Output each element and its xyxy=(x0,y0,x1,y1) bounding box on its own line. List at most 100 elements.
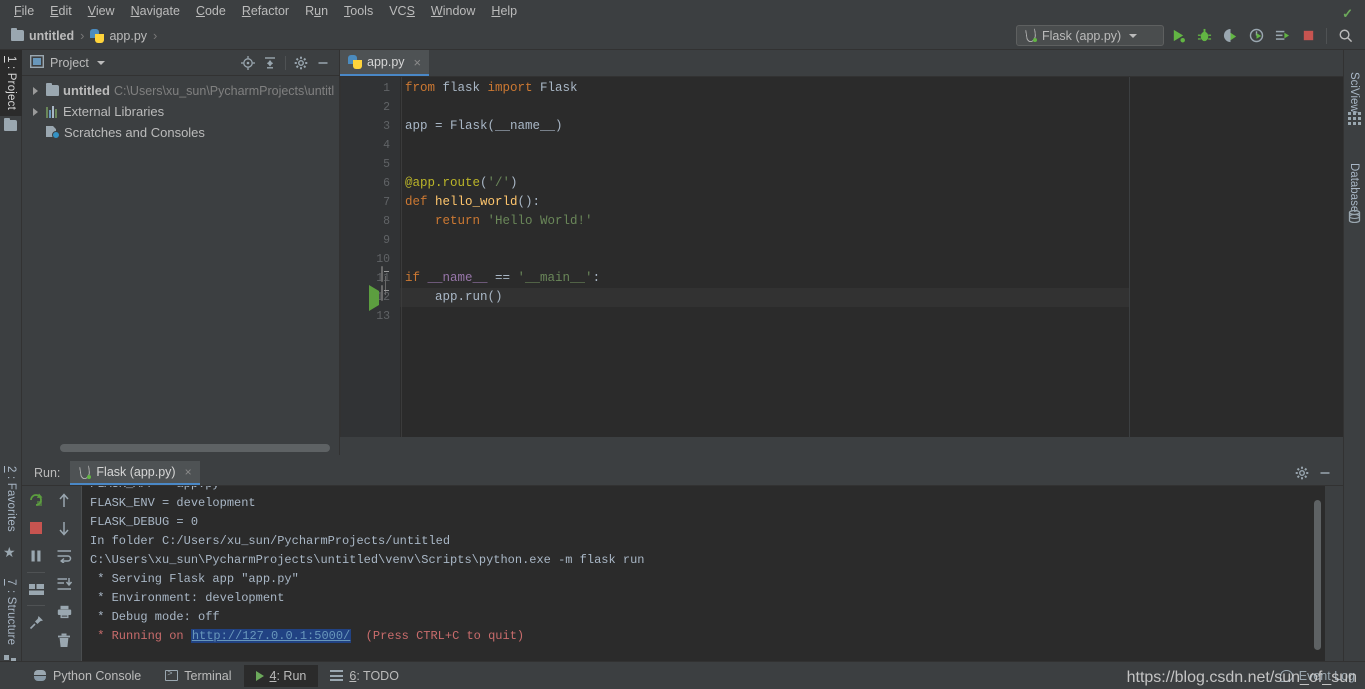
run-with-console-button[interactable] xyxy=(1270,24,1294,48)
soft-wrap-icon[interactable] xyxy=(50,542,78,570)
tree-node-scratches[interactable]: Scratches and Consoles xyxy=(22,122,339,143)
project-panel-hscrollbar-thumb[interactable] xyxy=(60,444,330,452)
console-running-suffix: (Press CTRL+C to quit) xyxy=(351,629,525,643)
menu-refactor[interactable]: Refactor xyxy=(234,1,297,21)
status-item-label: : TODO xyxy=(356,668,399,683)
status-item-label: Python Console xyxy=(53,668,142,683)
pin-icon[interactable] xyxy=(22,608,50,636)
line-number: 10 xyxy=(376,253,390,266)
console-line-clipped: FLASK_APP = app.py xyxy=(90,486,1325,494)
breadcrumb-project[interactable]: untitled xyxy=(8,27,77,45)
run-with-coverage-button[interactable] xyxy=(1218,24,1242,48)
sidebar-item-favorites[interactable]: 2: Favorites xyxy=(0,459,22,539)
code-token: if xyxy=(405,271,428,285)
run-console-output[interactable]: FLASK_APP = app.py FLASK_ENV = developmen… xyxy=(82,486,1325,661)
menu-code[interactable]: Code xyxy=(188,1,234,21)
minimize-icon[interactable] xyxy=(313,53,333,73)
status-item-label: : Run xyxy=(276,668,307,683)
tree-node-untitled[interactable]: untitled C:\Users\xu_sun\PycharmProjects… xyxy=(22,80,339,101)
tree-node-external-libraries[interactable]: External Libraries xyxy=(22,101,339,122)
code-line[interactable]: @app.route('/') xyxy=(405,174,518,193)
breadcrumb-separator-2: › xyxy=(153,28,158,43)
run-tool-window: Run: Flask (app.py) × FLASK_ENV = develo… xyxy=(22,461,1343,661)
menu-view[interactable]: View xyxy=(80,1,123,21)
console-scrollbar-thumb[interactable] xyxy=(1314,500,1321,650)
debug-button[interactable] xyxy=(1192,24,1216,48)
code-token: __name__ xyxy=(427,271,488,285)
menu-edit[interactable]: Edit xyxy=(42,1,80,21)
scroll-to-end-icon[interactable] xyxy=(50,570,78,598)
menu-navigate[interactable]: Navigate xyxy=(123,1,188,21)
code-line[interactable]: app = Flask(__name__) xyxy=(405,117,563,136)
python-file-icon xyxy=(348,55,362,69)
chevron-right-icon[interactable] xyxy=(28,105,42,119)
menu-tools[interactable]: Tools xyxy=(336,1,381,21)
status-item-terminal[interactable]: Terminal xyxy=(153,665,243,687)
flask-icon xyxy=(78,466,92,479)
editor-gutter[interactable]: 1 2 3 4 5 6 7 8 9 10 11 12 13 xyxy=(341,77,400,437)
editor-tab-app-py[interactable]: app.py × xyxy=(340,50,430,76)
project-panel-title: Project xyxy=(50,55,89,70)
menu-file[interactable]: File xyxy=(6,1,42,21)
code-token: ) xyxy=(510,176,518,190)
todo-icon xyxy=(330,670,344,681)
layout-icon[interactable] xyxy=(22,575,50,603)
close-icon[interactable]: × xyxy=(185,465,192,479)
print-icon[interactable] xyxy=(50,598,78,626)
menu-vcs[interactable]: VCS xyxy=(381,1,423,21)
fold-collapse-icon-def[interactable] xyxy=(381,266,383,282)
close-icon[interactable]: × xyxy=(414,55,422,70)
server-url-link[interactable]: http://127.0.0.1:5000/ xyxy=(190,629,352,643)
run-button[interactable] xyxy=(1166,24,1190,48)
code-line[interactable]: from flask import Flask xyxy=(405,79,578,98)
settings-gear-icon[interactable] xyxy=(291,53,311,73)
divider xyxy=(285,55,286,70)
status-item-run[interactable]: 4: Run xyxy=(243,664,319,687)
line-number: 7 xyxy=(383,196,390,209)
status-item-todo[interactable]: 6: TODO xyxy=(318,665,411,687)
code-token: flask xyxy=(435,81,488,95)
chevron-down-icon[interactable] xyxy=(96,60,105,65)
run-tab-flask[interactable]: Flask (app.py) × xyxy=(70,461,200,485)
code-line[interactable]: app.run() xyxy=(405,288,503,307)
sidebar-item-structure[interactable]: 7: Structure xyxy=(0,573,22,651)
collapse-all-icon[interactable] xyxy=(260,53,280,73)
menu-help[interactable]: Help xyxy=(483,1,525,21)
stop-button[interactable] xyxy=(1296,24,1320,48)
console-line: FLASK_ENV = development xyxy=(90,496,256,510)
settings-gear-icon[interactable] xyxy=(1292,463,1312,483)
rerun-icon[interactable] xyxy=(22,486,50,514)
status-item-python-console[interactable]: Python Console xyxy=(22,665,153,687)
left-tool-strip: 1: Project 2: Favorites ★ 7: Structure xyxy=(0,50,22,689)
fold-collapse-icon-body[interactable] xyxy=(381,285,383,301)
menu-window[interactable]: Window xyxy=(423,1,483,21)
code-line[interactable]: def hello_world(): xyxy=(405,193,540,212)
project-panel-tools xyxy=(238,53,333,73)
minimize-icon[interactable] xyxy=(1315,463,1335,483)
code-token: import xyxy=(487,81,533,95)
breadcrumb-file[interactable]: app.py xyxy=(87,27,150,45)
stop-icon[interactable] xyxy=(22,514,50,542)
locate-icon[interactable] xyxy=(238,53,258,73)
line-number: 9 xyxy=(383,234,390,247)
code-line[interactable]: return 'Hello World!' xyxy=(405,212,593,231)
up-arrow-icon[interactable] xyxy=(50,486,78,514)
down-arrow-icon[interactable] xyxy=(50,514,78,542)
chevron-right-icon[interactable] xyxy=(28,84,42,98)
sidebar-item-project[interactable]: 1: Project xyxy=(0,50,22,116)
console-line: * Debug mode: off xyxy=(90,610,220,624)
trash-icon[interactable] xyxy=(50,626,78,654)
run-gutter-icon[interactable] xyxy=(369,285,379,311)
project-panel-hscrollbar-track[interactable] xyxy=(22,441,340,455)
menu-run[interactable]: Run xyxy=(297,1,336,21)
search-everywhere-button[interactable] xyxy=(1333,24,1357,48)
inspection-status-icon[interactable]: ✓ xyxy=(1342,6,1353,22)
python-file-icon xyxy=(90,28,105,43)
code-line[interactable]: if __name__ == '__main__': xyxy=(405,269,600,288)
project-tree: untitled C:\Users\xu_sun\PycharmProjects… xyxy=(22,76,339,143)
pause-icon[interactable] xyxy=(22,542,50,570)
code-token: Flask xyxy=(532,81,578,95)
run-configuration-selector[interactable]: Flask (app.py) xyxy=(1016,25,1164,46)
profile-button[interactable] xyxy=(1244,24,1268,48)
status-item-label: Terminal xyxy=(184,668,232,683)
